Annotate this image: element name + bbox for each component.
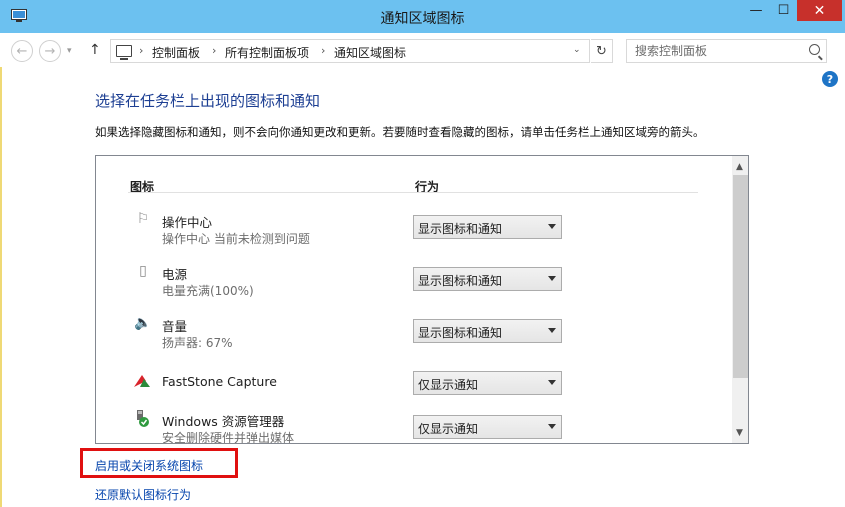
scroll-down-icon[interactable]: ▼ <box>736 428 743 438</box>
item-status: 安全删除硬件并弹出媒体 <box>162 431 295 444</box>
vertical-scrollbar[interactable]: ▲ ▼ <box>732 156 748 443</box>
page-description: 如果选择隐藏图标和通知，则不会向你通知更改和更新。若要随时查看隐藏的图标，请单击… <box>95 125 705 139</box>
item-name: 音量 <box>162 319 188 334</box>
notification-icons-list[interactable]: 图标 行为 ⚐ 操作中心 操作中心 当前未检测到问题 显示图标和通知 ▯ 电源 … <box>95 155 749 444</box>
item-name: FastStone Capture <box>162 374 277 389</box>
item-status: 操作中心 当前未检测到问题 <box>162 232 310 246</box>
minimize-button[interactable]: — <box>742 0 770 21</box>
refresh-button[interactable]: ↻ <box>591 39 613 63</box>
behavior-select-value: 显示图标和通知 <box>418 222 503 236</box>
window-edge <box>0 67 2 507</box>
breadcrumb-separator[interactable]: › <box>212 44 216 57</box>
item-name: 操作中心 <box>162 215 213 230</box>
breadcrumb-notification-icons[interactable]: 通知区域图标 <box>334 44 406 61</box>
safely-remove-hardware-icon <box>137 410 149 427</box>
behavior-select-value: 仅显示通知 <box>418 378 479 392</box>
highlight-annotation <box>80 448 238 478</box>
list-item: 🔈 音量 扬声器: 67% 显示图标和通知 <box>96 310 732 356</box>
breadcrumb-separator[interactable]: › <box>321 44 325 57</box>
list-item: ⚐ 操作中心 操作中心 当前未检测到问题 显示图标和通知 <box>96 206 732 252</box>
close-button[interactable]: ✕ <box>797 0 842 21</box>
forward-button[interactable]: → <box>39 40 61 62</box>
list-item: Windows 资源管理器 安全删除硬件并弹出媒体 仅显示通知 <box>96 408 732 444</box>
back-button[interactable]: ← <box>11 40 33 62</box>
header-divider <box>128 192 698 193</box>
item-status: 扬声器: 67% <box>162 336 233 350</box>
maximize-button[interactable]: ☐ <box>770 0 797 21</box>
chevron-down-icon <box>548 424 556 429</box>
chevron-down-icon <box>548 276 556 281</box>
faststone-capture-icon <box>134 375 150 387</box>
navigation-bar: ← → ▾ ↑ › 控制面板 › 所有控制面板项 › 通知区域图标 ⌄ ↻ <box>0 33 845 67</box>
speaker-icon: 🔈 <box>134 315 152 331</box>
behavior-select-value: 显示图标和通知 <box>418 326 503 340</box>
flag-icon: ⚐ <box>136 211 150 227</box>
breadcrumb-all-items[interactable]: 所有控制面板项 <box>225 44 309 61</box>
breadcrumb-control-panel[interactable]: 控制面板 <box>152 44 200 61</box>
search-input[interactable] <box>635 44 795 58</box>
scroll-up-icon[interactable]: ▲ <box>736 162 743 172</box>
search-icon[interactable] <box>809 44 820 55</box>
address-dropdown-icon[interactable]: ⌄ <box>573 45 581 55</box>
chevron-down-icon <box>548 328 556 333</box>
behavior-select[interactable]: 仅显示通知 <box>413 415 562 439</box>
window-title: 通知区域图标 <box>380 11 465 27</box>
item-status: 电量充满(100%) <box>162 284 254 298</box>
item-name: 电源 <box>162 267 188 282</box>
behavior-select[interactable]: 显示图标和通知 <box>413 215 562 239</box>
battery-icon: ▯ <box>139 263 147 279</box>
computer-icon <box>116 45 132 60</box>
behavior-select[interactable]: 仅显示通知 <box>413 371 562 395</box>
list-item: FastStone Capture 仅显示通知 <box>96 362 732 408</box>
search-box[interactable] <box>626 39 827 63</box>
recent-locations-button[interactable]: ▾ <box>67 46 72 56</box>
breadcrumb-separator[interactable]: › <box>139 44 143 57</box>
item-name: Windows 资源管理器 <box>162 414 285 429</box>
behavior-select-value: 显示图标和通知 <box>418 274 503 288</box>
behavior-select[interactable]: 显示图标和通知 <box>413 319 562 343</box>
list-item: ▯ 电源 电量充满(100%) 显示图标和通知 <box>96 258 732 304</box>
page-heading: 选择在任务栏上出现的图标和通知 <box>95 92 321 110</box>
up-button[interactable]: ↑ <box>89 42 101 58</box>
behavior-select[interactable]: 显示图标和通知 <box>413 267 562 291</box>
chevron-down-icon <box>548 224 556 229</box>
restore-default-link[interactable]: 还原默认图标行为 <box>95 486 191 503</box>
scroll-thumb[interactable] <box>733 175 748 378</box>
title-bar: 通知区域图标 — ☐ ✕ <box>0 0 845 33</box>
address-bar[interactable]: › 控制面板 › 所有控制面板项 › 通知区域图标 ⌄ <box>110 39 590 63</box>
chevron-down-icon <box>548 380 556 385</box>
behavior-select-value: 仅显示通知 <box>418 422 479 436</box>
help-icon[interactable]: ? <box>822 71 838 87</box>
